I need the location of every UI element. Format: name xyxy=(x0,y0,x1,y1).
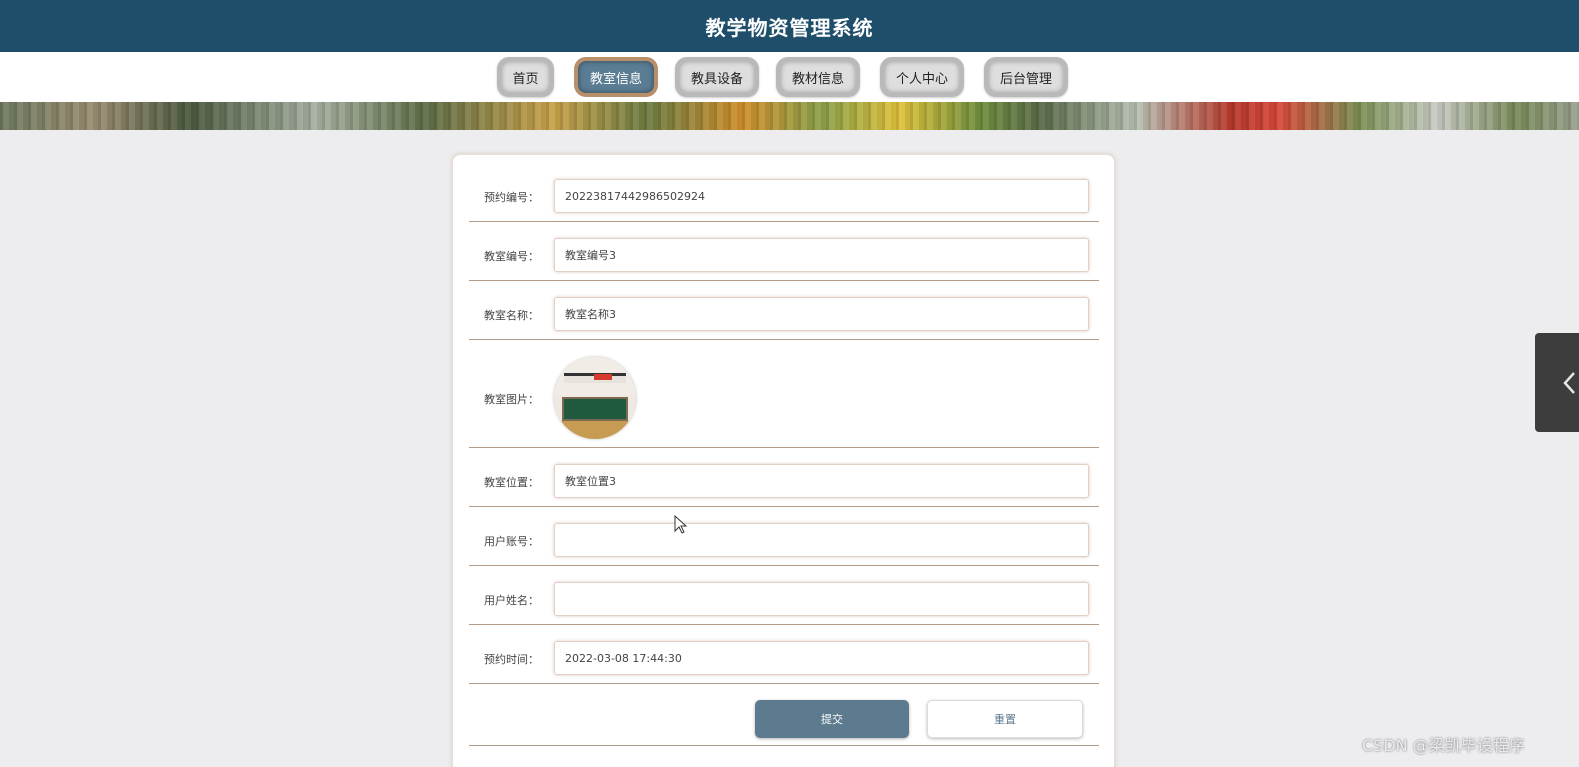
nav-classroom-info[interactable]: 教室信息 xyxy=(574,57,658,97)
booking-time-label: 预约时间： xyxy=(484,653,539,666)
reset-button[interactable]: 重置 xyxy=(927,700,1083,738)
booking-form: 预约编号： 20223817442986502924 教室编号： 教室编号3 教… xyxy=(452,154,1115,767)
submit-button[interactable]: 提交 xyxy=(755,700,909,738)
chevron-left-icon xyxy=(1563,371,1575,394)
room-no-input[interactable]: 教室编号3 xyxy=(554,238,1089,272)
nav-textbook-info[interactable]: 教材信息 xyxy=(776,57,860,97)
row-room-name: 教室名称： 教室名称3 xyxy=(469,281,1099,340)
banner-image xyxy=(0,102,1579,130)
app-title: 教学物资管理系统 xyxy=(705,15,874,40)
row-room-no: 教室编号： 教室编号3 xyxy=(469,222,1099,281)
watermark: CSDN @梁凯毕设程序 xyxy=(1362,736,1525,755)
row-actions: 提交 重置 xyxy=(469,684,1099,746)
booking-no-label: 预约编号： xyxy=(484,191,539,204)
row-user-name: 用户姓名： xyxy=(469,566,1099,625)
booking-time-input[interactable]: 2022-03-08 17:44:30 xyxy=(554,641,1089,675)
booking-no-input[interactable]: 20223817442986502924 xyxy=(554,179,1089,213)
room-name-input[interactable]: 教室名称3 xyxy=(554,297,1089,331)
room-location-input[interactable]: 教室位置3 xyxy=(554,464,1089,498)
row-booking-no: 预约编号： 20223817442986502924 xyxy=(469,155,1099,222)
mouse-cursor-icon xyxy=(674,515,688,534)
row-room-location: 教室位置： 教室位置3 xyxy=(469,448,1099,507)
nav-home[interactable]: 首页 xyxy=(497,57,554,97)
user-account-label: 用户账号： xyxy=(484,535,539,548)
row-room-image: 教室图片： xyxy=(469,340,1099,448)
user-account-input[interactable] xyxy=(554,523,1089,557)
nav-admin[interactable]: 后台管理 xyxy=(984,57,1068,97)
main-nav: 首页 教室信息 教具设备 教材信息 个人中心 后台管理 xyxy=(0,52,1579,102)
row-booking-time: 预约时间： 2022-03-08 17:44:30 xyxy=(469,625,1099,684)
room-image-label: 教室图片： xyxy=(484,393,539,406)
user-name-label: 用户姓名： xyxy=(484,594,539,607)
room-name-label: 教室名称： xyxy=(484,309,539,322)
nav-teaching-equipment[interactable]: 教具设备 xyxy=(675,57,759,97)
room-no-label: 教室编号： xyxy=(484,250,539,263)
app-header: 教学物资管理系统 xyxy=(0,0,1579,52)
side-panel-toggle[interactable] xyxy=(1535,333,1579,432)
user-name-input[interactable] xyxy=(554,582,1089,616)
row-user-account: 用户账号： xyxy=(469,507,1099,566)
room-location-label: 教室位置： xyxy=(484,476,539,489)
room-image-thumbnail[interactable] xyxy=(554,357,636,439)
nav-personal-center[interactable]: 个人中心 xyxy=(880,57,964,97)
